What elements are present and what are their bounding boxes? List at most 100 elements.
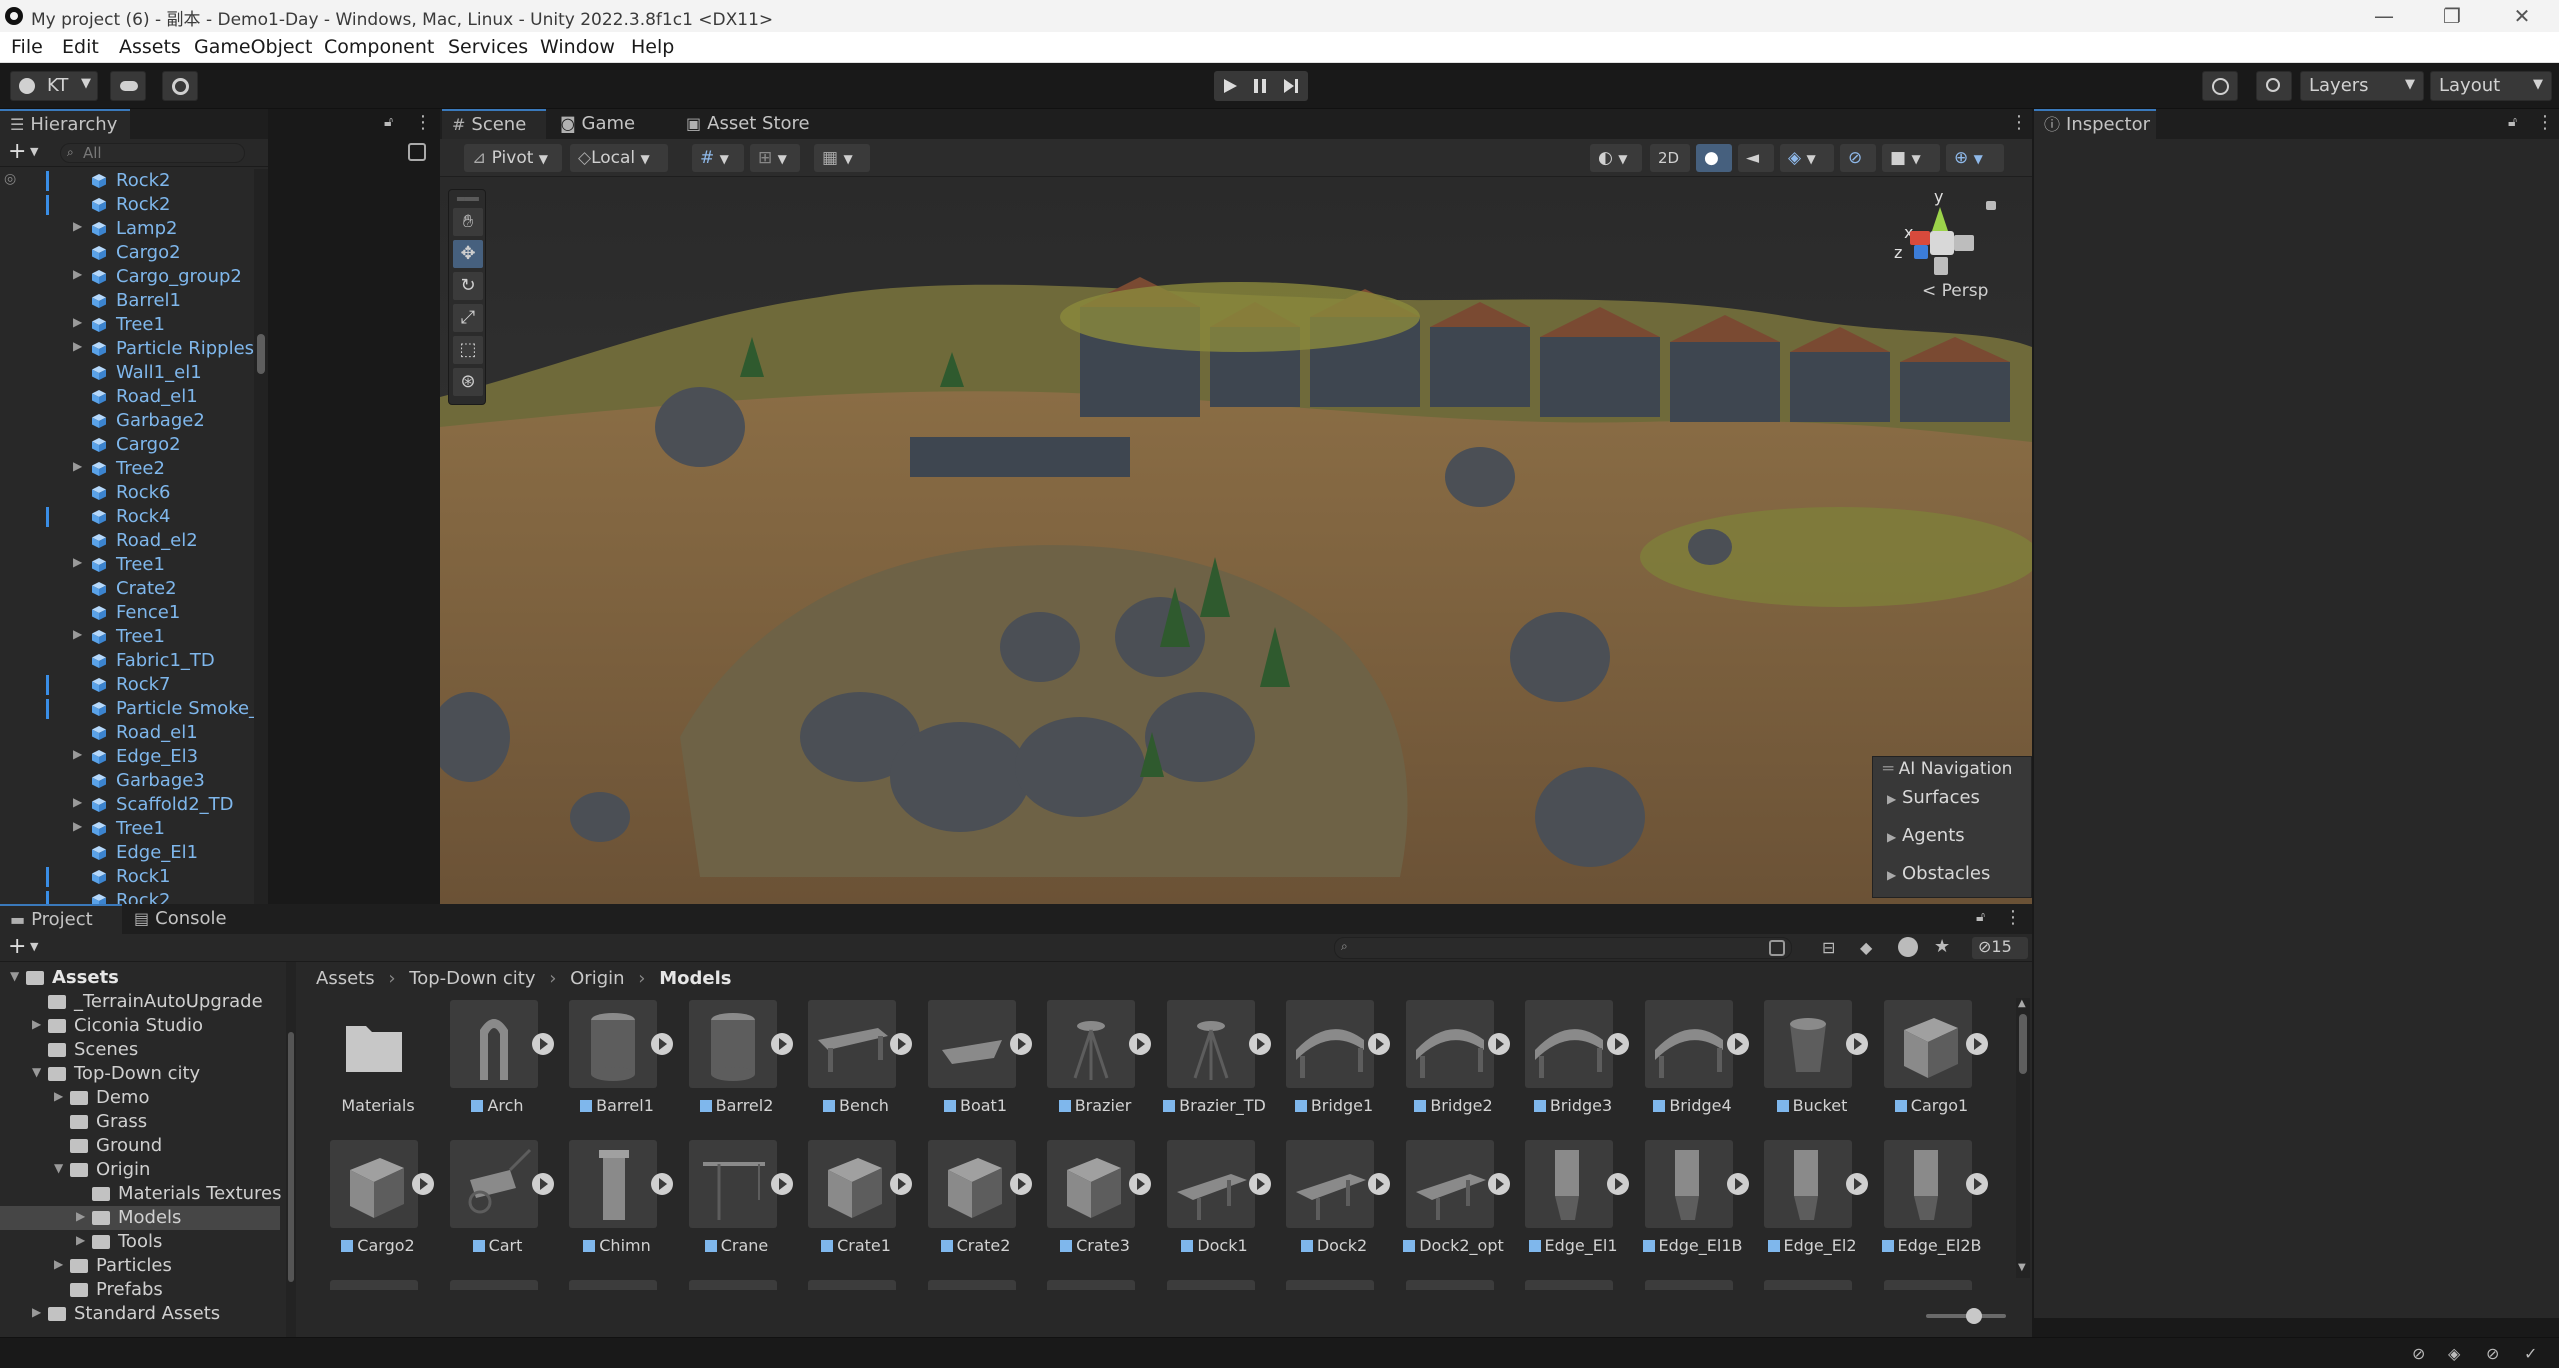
expand-asset-icon[interactable] bbox=[1129, 1033, 1151, 1055]
asset-grid-scrollbar[interactable]: ▲ ▼ bbox=[2016, 998, 2030, 1278]
debug-mode-icon[interactable]: ⊘ bbox=[2412, 1344, 2425, 1363]
more-options-icon[interactable]: ⋮ bbox=[414, 112, 432, 133]
expand-asset-icon[interactable] bbox=[651, 1033, 673, 1055]
asset-thumbnail-partial[interactable] bbox=[1525, 1280, 1613, 1290]
more-options-icon[interactable]: ⋮ bbox=[2536, 112, 2554, 133]
expand-asset-icon[interactable] bbox=[890, 1033, 912, 1055]
expand-icon[interactable]: ▶ bbox=[76, 1233, 85, 1247]
asset-thumbnail-partial[interactable] bbox=[808, 1280, 896, 1290]
expand-asset-icon[interactable] bbox=[1607, 1033, 1629, 1055]
hierarchy-item[interactable]: ▶Tree1› bbox=[0, 817, 262, 841]
asset-model[interactable]: Cart bbox=[440, 1140, 556, 1272]
scrollbar-thumb[interactable] bbox=[257, 334, 265, 374]
expand-icon[interactable]: ▶ bbox=[73, 315, 82, 329]
expand-icon[interactable]: ▶ bbox=[73, 819, 82, 833]
menu-edit[interactable]: Edit bbox=[62, 36, 99, 58]
asset-model[interactable]: Barrel1 bbox=[559, 1000, 675, 1132]
lighting-toggle-button[interactable]: ● bbox=[1696, 144, 1732, 172]
increment-snap-button[interactable]: ⊞ ▼ bbox=[750, 144, 800, 172]
create-button[interactable]: + bbox=[8, 934, 26, 959]
hierarchy-item[interactable]: Road_el1› bbox=[0, 385, 262, 409]
scrollbar-thumb[interactable] bbox=[2019, 1014, 2027, 1074]
ai-navigation-header[interactable]: ═ AI Navigation bbox=[1873, 757, 2032, 781]
folder-tree-item[interactable]: Grass bbox=[0, 1110, 280, 1134]
collab-button[interactable] bbox=[162, 71, 198, 101]
asset-model[interactable]: Bridge3 bbox=[1515, 1000, 1631, 1132]
expand-asset-icon[interactable] bbox=[1487, 1173, 1510, 1195]
grid-visibility-button[interactable]: ▦ ▼ bbox=[814, 144, 870, 172]
breadcrumb-origin[interactable]: Origin bbox=[570, 968, 624, 989]
hierarchy-item[interactable]: ▶Cargo_group2› bbox=[0, 265, 262, 289]
rect-tool-button[interactable]: ⬚ bbox=[453, 336, 483, 364]
expand-icon[interactable]: ▶ bbox=[32, 1305, 41, 1319]
menu-gameobject[interactable]: GameObject bbox=[194, 36, 312, 58]
status-ok-icon[interactable]: ✓ bbox=[2524, 1344, 2537, 1363]
hierarchy-item[interactable]: Edge_El1› bbox=[0, 841, 262, 865]
expand-icon[interactable]: ▶ bbox=[73, 795, 82, 809]
expand-icon[interactable]: ▶ bbox=[32, 1017, 41, 1031]
create-button[interactable]: + bbox=[8, 139, 26, 164]
cloud-button[interactable] bbox=[110, 71, 146, 101]
expand-asset-icon[interactable] bbox=[1487, 1033, 1510, 1055]
folder-tree-item[interactable]: ▼ Top-Down city bbox=[0, 1062, 280, 1086]
expand-asset-icon[interactable] bbox=[1368, 1033, 1390, 1055]
expand-asset-icon[interactable] bbox=[890, 1173, 912, 1195]
folder-tree-scrollbar[interactable] bbox=[286, 962, 296, 1337]
hierarchy-item[interactable]: Cargo2› bbox=[0, 241, 262, 265]
log-icon[interactable] bbox=[1898, 937, 1918, 957]
folder-tree-item[interactable]: Ground bbox=[0, 1134, 280, 1158]
asset-model[interactable]: Bridge2 bbox=[1396, 1000, 1512, 1132]
scene-viewport[interactable]: ═══ ✋︎ ✥ ↻ ⤢ ⬚ ⊛ y x z < Persp ═ AI Navi… bbox=[440, 177, 2032, 904]
folder-tree-item[interactable]: ▼ Assets bbox=[0, 966, 280, 990]
hierarchy-item[interactable]: Road_el1› bbox=[0, 721, 262, 745]
expand-asset-icon[interactable] bbox=[1368, 1173, 1390, 1195]
menu-help[interactable]: Help bbox=[631, 36, 674, 58]
expand-icon[interactable]: ▶ bbox=[54, 1089, 63, 1103]
hierarchy-item[interactable]: Rock1› bbox=[0, 865, 262, 889]
ai-navigation-surfaces[interactable]: ▶ Surfaces bbox=[1887, 787, 1980, 808]
hierarchy-item[interactable]: ▶Tree1› bbox=[0, 625, 262, 649]
expand-asset-icon[interactable] bbox=[770, 1173, 793, 1195]
tab-console[interactable]: ▤ Console bbox=[124, 904, 254, 934]
collapse-icon[interactable]: ▼ bbox=[32, 1065, 41, 1079]
asset-model[interactable]: Boat1 bbox=[918, 1000, 1034, 1132]
expand-icon[interactable]: ▶ bbox=[76, 1209, 85, 1223]
expand-icon[interactable]: ▶ bbox=[73, 459, 82, 473]
hierarchy-search-input[interactable]: ⌕ All bbox=[60, 143, 245, 163]
search-button[interactable] bbox=[2256, 71, 2292, 101]
more-options-icon[interactable]: ⋮ bbox=[2004, 907, 2022, 928]
camera-settings-button[interactable]: ■ ▼ bbox=[1882, 144, 1940, 172]
menu-file[interactable]: File bbox=[11, 36, 43, 58]
hand-tool-button[interactable]: ✋︎ bbox=[453, 208, 483, 236]
hierarchy-item[interactable]: Garbage3› bbox=[0, 769, 262, 793]
hierarchy-item[interactable]: Cargo2› bbox=[0, 433, 262, 457]
pivot-dropdown[interactable]: ⊿ Pivot ▼ bbox=[464, 144, 562, 172]
hierarchy-item[interactable]: ▶Tree2› bbox=[0, 457, 262, 481]
breadcrumb-top-down-city[interactable]: Top-Down city bbox=[409, 968, 535, 989]
expand-asset-icon[interactable] bbox=[1607, 1173, 1629, 1195]
hierarchy-item[interactable]: Wall1_el1› bbox=[0, 361, 262, 385]
account-button[interactable]: KT ▼ bbox=[10, 71, 98, 101]
asset-model[interactable]: Edge_El1B bbox=[1635, 1140, 1751, 1272]
tab-game[interactable]: ◙ Game bbox=[550, 109, 660, 139]
scene-visibility-button[interactable]: ⊘ bbox=[1840, 144, 1876, 172]
expand-icon[interactable]: ▶ bbox=[73, 627, 82, 641]
folder-tree-item[interactable]: Scenes bbox=[0, 1038, 280, 1062]
folder-tree-item[interactable]: ▶ Ciconia Studio bbox=[0, 1014, 280, 1038]
asset-thumbnail-partial[interactable] bbox=[1286, 1280, 1374, 1290]
gizmos-button[interactable]: ⊕ ▼ bbox=[1946, 144, 2004, 172]
folder-tree-item[interactable]: Materials Textures bbox=[0, 1182, 282, 1206]
asset-model[interactable]: Dock1 bbox=[1157, 1140, 1273, 1272]
hierarchy-item[interactable]: Road_el2› bbox=[0, 529, 262, 553]
expand-asset-icon[interactable] bbox=[770, 1033, 793, 1055]
cache-icon[interactable]: ⊘ bbox=[2486, 1344, 2499, 1363]
tab-inspector[interactable]: ⓘ Inspector bbox=[2034, 109, 2156, 139]
local-dropdown[interactable]: ◇Local ▼ bbox=[570, 144, 668, 172]
expand-icon[interactable]: ▶ bbox=[73, 747, 82, 761]
asset-model[interactable]: Bridge1 bbox=[1276, 1000, 1392, 1132]
folder-tree-item[interactable]: ▼ Origin bbox=[0, 1158, 280, 1182]
lock-icon[interactable] bbox=[1986, 201, 1996, 210]
pause-button[interactable] bbox=[1254, 79, 1266, 93]
minimize-button[interactable]: — bbox=[2354, 0, 2414, 32]
layout-dropdown[interactable]: Layout ▼ bbox=[2430, 71, 2552, 101]
